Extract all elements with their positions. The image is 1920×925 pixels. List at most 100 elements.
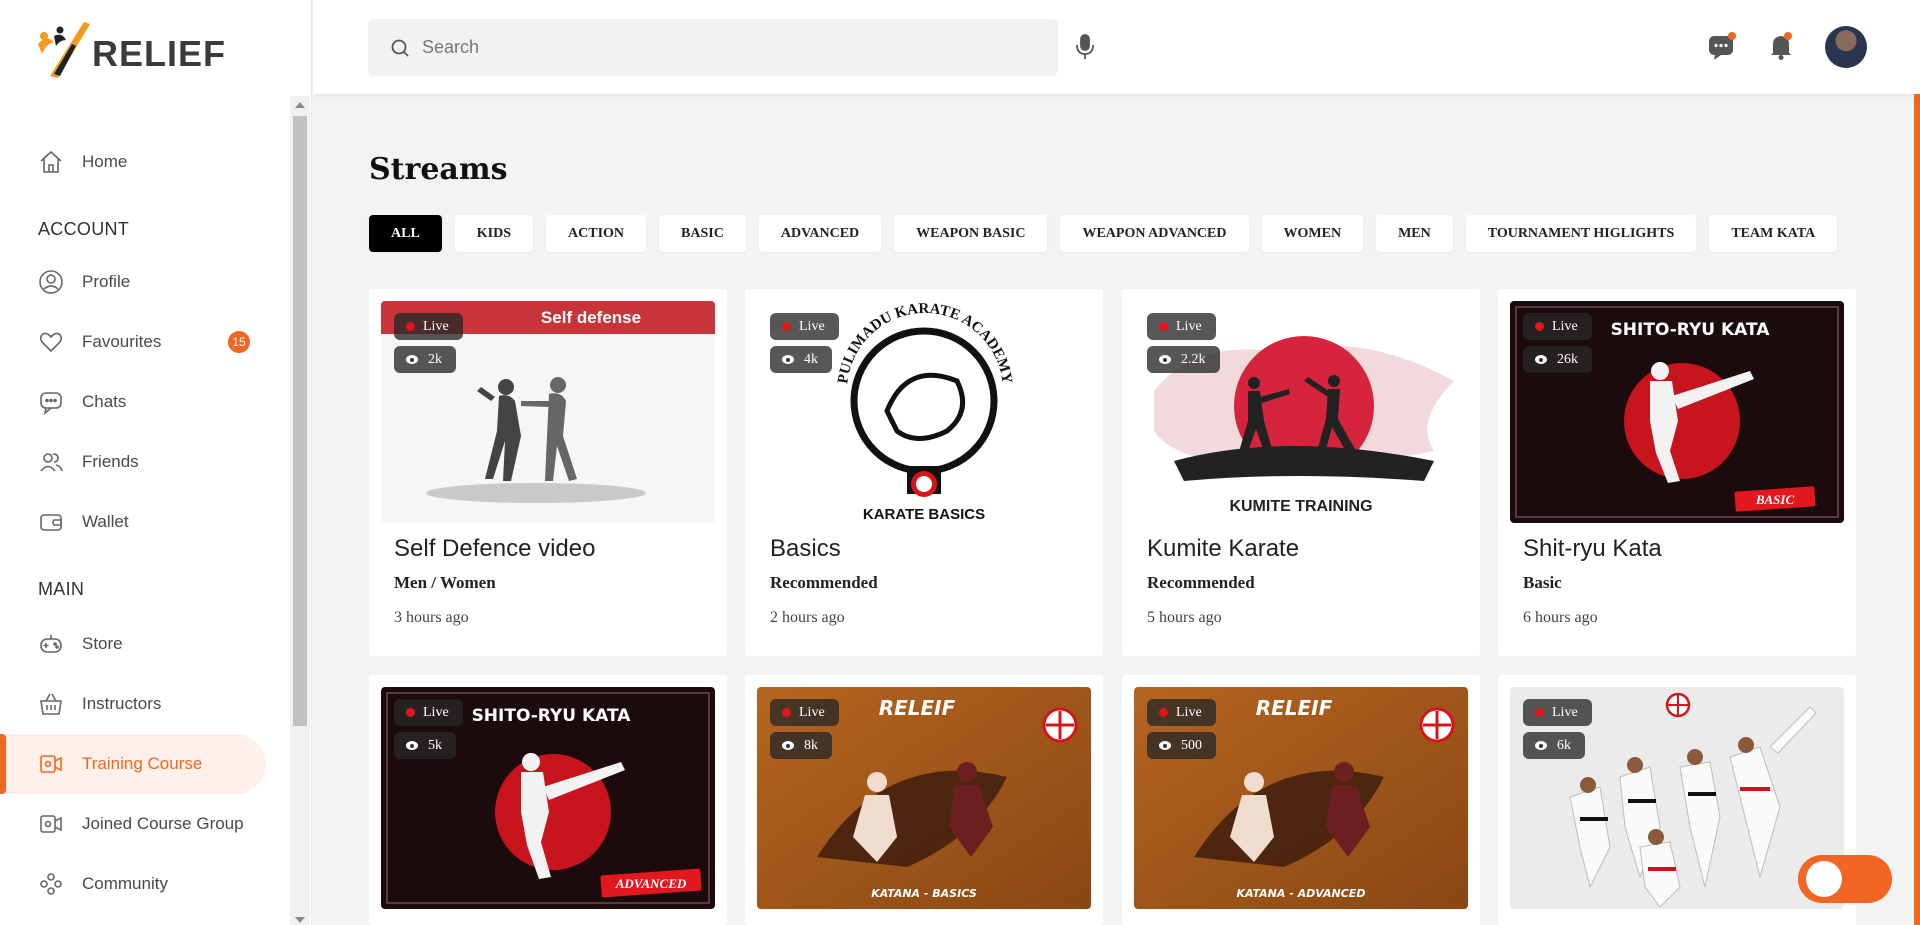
sidebar-item-label: Joined Course Group: [82, 814, 244, 833]
stream-time: 5 hours ago: [1147, 609, 1222, 626]
sidebar-item-label: Training Course: [82, 754, 203, 773]
section-heading-account: ACCOUNT: [38, 219, 130, 239]
stream-card[interactable]: PULIMADU KARATE ACADEMY KARATE BASICS Li…: [745, 289, 1103, 656]
scroll-up-arrow-icon[interactable]: [295, 102, 305, 108]
app-logo[interactable]: RELIEF: [32, 14, 226, 86]
views-badge: 6k: [1523, 732, 1585, 759]
stream-card[interactable]: KUMITE TRAINING Live 2.2k Kumite Karate …: [1122, 289, 1480, 656]
scrollbar-thumb[interactable]: [293, 116, 307, 726]
logo-karate-icon: [38, 22, 90, 78]
stream-card[interactable]: SHITO-RYU KATA ADVANCED Live 5k: [369, 675, 727, 925]
video-camera-icon: [38, 751, 64, 777]
sidebar-item-label: Home: [82, 152, 128, 171]
filter-chip-weapon-basic[interactable]: WEAPON BASIC: [894, 215, 1048, 252]
stream-card[interactable]: RELEIF KATANA - BASICS Live 8k: [745, 675, 1103, 925]
eye-icon: [406, 741, 418, 750]
filter-chip-weapon-advanced[interactable]: WEAPON ADVANCED: [1060, 215, 1249, 252]
stream-card[interactable]: Self defense Live 2k Self Defence video …: [369, 289, 727, 656]
sidebar-item-friends[interactable]: Friends: [0, 432, 266, 492]
stream-title[interactable]: Basics: [770, 535, 841, 563]
eye-icon: [782, 355, 794, 364]
sidebar-item-instructors[interactable]: Instructors: [0, 674, 266, 734]
stream-category: Recommended: [1147, 573, 1255, 592]
filter-chip-all[interactable]: ALL: [369, 215, 442, 252]
scroll-down-arrow-icon[interactable]: [295, 917, 305, 923]
live-label: Live: [1176, 318, 1202, 334]
live-label: Live: [423, 704, 449, 720]
live-dot-icon: [1159, 708, 1168, 717]
live-label: Live: [423, 318, 449, 334]
filter-chip-team-kata[interactable]: TEAM KATA: [1709, 215, 1838, 252]
filter-chip-tournament-highlights[interactable]: TOURNAMENT HIGLIGHTS: [1465, 215, 1697, 252]
gamepad-icon: [38, 631, 64, 657]
thumbnail-banner-text: Self defense: [541, 308, 641, 327]
accent-edge-bar: [1914, 94, 1920, 925]
page-title: Streams: [369, 152, 508, 187]
live-dot-icon: [782, 322, 791, 331]
stream-title[interactable]: Shit-ryu Kata: [1523, 535, 1662, 563]
sidebar-item-profile[interactable]: Profile: [0, 252, 266, 312]
thumbnail-tag: ADVANCED: [615, 876, 687, 891]
live-dot-icon: [1535, 708, 1544, 717]
eye-icon: [1159, 741, 1171, 750]
filter-chip-men[interactable]: MEN: [1376, 215, 1453, 252]
filter-chip-advanced[interactable]: ADVANCED: [758, 215, 882, 252]
sidebar-item-label: Profile: [82, 272, 131, 291]
views-count: 8k: [804, 737, 818, 753]
sidebar-item-joined-course-group[interactable]: Joined Course Group: [0, 794, 266, 854]
thumbnail-caption: KATANA - ADVANCED: [1237, 887, 1366, 900]
live-label: Live: [799, 318, 825, 334]
sidebar-item-wallet[interactable]: Wallet: [0, 492, 266, 552]
live-dot-icon: [406, 322, 415, 331]
sidebar-item-label: Chats: [82, 392, 127, 411]
thumbnail-title-text: RELEIF: [879, 696, 956, 720]
app-name: RELIEF: [92, 33, 227, 74]
section-heading-main: MAIN: [38, 579, 85, 599]
views-count: 4k: [804, 351, 818, 367]
search-input[interactable]: [422, 37, 1022, 58]
views-count: 5k: [428, 737, 442, 753]
stream-time: 6 hours ago: [1523, 609, 1598, 626]
live-badge: Live: [770, 699, 839, 726]
views-badge: 2k: [394, 346, 456, 373]
eye-icon: [1159, 355, 1171, 364]
bell-icon[interactable]: [1765, 30, 1797, 62]
live-label: Live: [1176, 704, 1202, 720]
stream-card[interactable]: RELEIF KATANA - ADVANCED Live 500: [1122, 675, 1480, 925]
sidebar-item-favourites[interactable]: Favourites 15: [0, 312, 266, 372]
theme-toggle[interactable]: [1798, 855, 1892, 903]
user-avatar[interactable]: [1825, 26, 1867, 68]
views-badge: 8k: [770, 732, 832, 759]
sidebar-item-home[interactable]: Home: [0, 132, 266, 192]
stream-time: 3 hours ago: [394, 609, 469, 626]
microphone-icon[interactable]: [1071, 32, 1099, 62]
stream-card[interactable]: SHITO-RYU KATA BASIC Live 26k Shit-ryu K…: [1498, 289, 1856, 656]
category-filter-bar: ALL KIDS ACTION BASIC ADVANCED WEAPON BA…: [369, 215, 1838, 252]
stream-title[interactable]: Self Defence video: [394, 535, 595, 563]
community-icon: [38, 871, 64, 897]
live-label: Live: [1552, 704, 1578, 720]
filter-chip-women[interactable]: WOMEN: [1261, 215, 1364, 252]
sidebar-item-chats[interactable]: Chats: [0, 372, 266, 432]
sidebar-item-label: Community: [82, 874, 168, 893]
search-bar[interactable]: [368, 19, 1058, 76]
live-dot-icon: [1535, 322, 1544, 331]
sidebar-item-label: Instructors: [82, 694, 162, 713]
views-badge: 5k: [394, 732, 456, 759]
filter-chip-kids[interactable]: KIDS: [454, 215, 534, 252]
thumbnail-caption: KARATE BASICS: [863, 506, 985, 523]
live-badge: Live: [394, 699, 463, 726]
thumbnail-title-text: SHITO-RYU KATA: [472, 706, 632, 726]
filter-chip-action[interactable]: ACTION: [546, 215, 647, 252]
filter-chip-basic[interactable]: BASIC: [659, 215, 746, 252]
heart-icon: [38, 329, 64, 355]
sidebar-item-community[interactable]: Community: [0, 854, 266, 914]
toggle-knob: [1806, 861, 1842, 897]
sidebar-item-training-course[interactable]: Training Course: [0, 734, 266, 794]
sidebar-item-store[interactable]: Store: [0, 614, 266, 674]
thumbnail-title-text: RELEIF: [1256, 696, 1333, 720]
stream-title[interactable]: Kumite Karate: [1147, 535, 1299, 563]
messages-indicator-dot: [1728, 32, 1736, 40]
views-badge: 4k: [770, 346, 832, 373]
sidebar-scrollbar[interactable]: [290, 96, 310, 925]
